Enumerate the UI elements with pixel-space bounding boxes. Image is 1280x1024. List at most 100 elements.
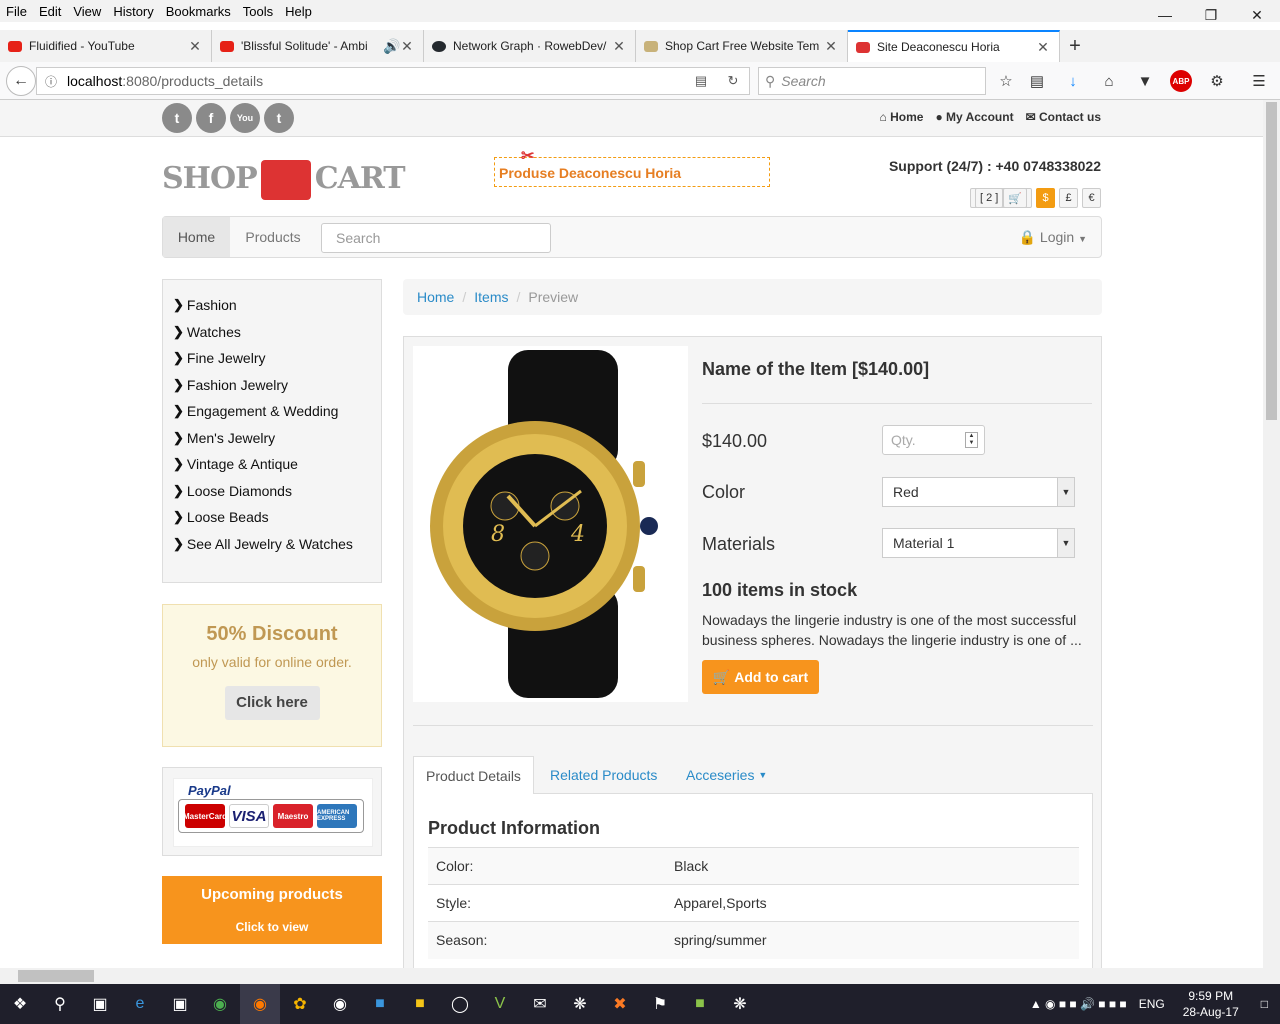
menu-bookmarks[interactable]: Bookmarks [160, 4, 237, 19]
facebook-icon[interactable]: f [196, 103, 226, 133]
my-account-link[interactable]: ● My Account [935, 110, 1013, 124]
adblock-icon[interactable]: ABP [1170, 70, 1192, 92]
file-explorer-icon[interactable]: ■ [400, 984, 440, 1024]
close-tab-icon[interactable]: ✕ [399, 38, 415, 55]
top-home-link[interactable]: ⌂ Home [880, 110, 924, 124]
hamburger-menu-icon[interactable]: ☰ [1248, 70, 1270, 92]
clock[interactable]: 9:59 PM 28-Aug-17 [1173, 988, 1249, 1020]
browser-tab[interactable]: 'Blissful Solitude' - Ambi 🔊 ✕ [212, 30, 424, 62]
notifications-icon[interactable]: □ [1249, 997, 1280, 1011]
minimize-icon[interactable]: — [1142, 0, 1188, 30]
app-icon[interactable]: ⚑ [640, 984, 680, 1024]
close-tab-icon[interactable]: ✕ [611, 38, 627, 55]
new-tab-icon[interactable]: + [1060, 30, 1090, 62]
category-item[interactable]: ❯ Fine Jewelry [173, 345, 371, 372]
tray-icons[interactable]: ▲ ◉ ■ ■ 🔊 ■ ■ ■ [1026, 997, 1131, 1011]
close-window-icon[interactable]: ✕ [1234, 0, 1280, 30]
contact-link[interactable]: ✉ Contact us [1026, 110, 1101, 124]
app-icon[interactable]: ❋ [720, 984, 760, 1024]
close-tab-icon[interactable]: ✕ [823, 38, 839, 55]
browser-tab[interactable]: Network Graph · RowebDev/ ✕ [424, 30, 636, 62]
store-icon[interactable]: ▣ [160, 984, 200, 1024]
windows-start-icon[interactable]: ❖ [0, 984, 40, 1024]
youtube-social-icon[interactable]: You [230, 103, 260, 133]
materials-select[interactable]: Material 1 ▼ [882, 528, 1075, 558]
upcoming-link[interactable]: Click to view [162, 920, 382, 934]
task-view-icon[interactable]: ▣ [80, 984, 120, 1024]
chrome-icon[interactable]: ◉ [200, 984, 240, 1024]
app-icon[interactable]: ◯ [440, 984, 480, 1024]
steam-icon[interactable]: ◉ [320, 984, 360, 1024]
app-icon[interactable]: ■ [680, 984, 720, 1024]
category-item[interactable]: ❯ Loose Beads [173, 504, 371, 531]
bookmark-star-icon[interactable]: ☆ [995, 70, 1017, 92]
scrollbar-thumb[interactable] [18, 970, 94, 982]
menu-tools[interactable]: Tools [237, 4, 279, 19]
category-item[interactable]: ❯ Loose Diamonds [173, 478, 371, 505]
close-tab-icon[interactable]: ✕ [187, 38, 203, 55]
site-logo[interactable]: SHOP CART [162, 160, 406, 200]
quantity-spinner-icon[interactable]: ▲ ▼ [965, 432, 978, 448]
browser-tab-active[interactable]: Site Deaconescu Horia ✕ [848, 30, 1060, 62]
category-item[interactable]: ❯ Watches [173, 319, 371, 346]
pocket-icon[interactable]: ▼ [1134, 70, 1156, 92]
site-search-input[interactable]: Search [321, 223, 551, 253]
category-item[interactable]: ❯ Engagement & Wedding [173, 398, 371, 425]
cart-count-button[interactable]: [ 2 ] 🛒 [969, 188, 1032, 208]
category-item[interactable]: ❯ Fashion Jewelry [173, 372, 371, 399]
menu-history[interactable]: History [107, 4, 159, 19]
scrollbar-thumb[interactable] [1266, 102, 1277, 420]
twitter-icon[interactable]: t [162, 103, 192, 133]
menu-view[interactable]: View [67, 4, 107, 19]
quantity-input[interactable]: Qty. ▲ ▼ [882, 425, 985, 455]
product-image[interactable]: 8 4 [413, 346, 688, 702]
extension-icon[interactable]: ⚙ [1206, 70, 1228, 92]
discount-click-button[interactable]: Click here [224, 686, 320, 720]
menu-edit[interactable]: Edit [33, 4, 67, 19]
currency-usd-button[interactable]: $ [1036, 188, 1055, 208]
menu-file[interactable]: File [0, 4, 33, 19]
reader-view-icon[interactable]: ▤ [685, 73, 717, 89]
category-item[interactable]: ❯ Vintage & Antique [173, 451, 371, 478]
nav-home[interactable]: Home [163, 217, 230, 257]
speaker-icon[interactable]: 🔊 [383, 38, 400, 55]
category-item[interactable]: ❯ See All Jewelry & Watches [173, 531, 371, 558]
firefox-icon[interactable]: ◉ [240, 984, 280, 1024]
app-icon[interactable]: ✿ [280, 984, 320, 1024]
nav-products[interactable]: Products [230, 217, 316, 257]
browser-tab[interactable]: Shop Cart Free Website Tem ✕ [636, 30, 848, 62]
breadcrumb-items[interactable]: Items [474, 289, 508, 305]
breadcrumb-home[interactable]: Home [417, 289, 454, 305]
url-text[interactable]: localhost:8080/products_details [61, 73, 685, 89]
tab-related-products[interactable]: Related Products [538, 756, 669, 794]
close-tab-icon[interactable]: ✕ [1035, 39, 1051, 56]
currency-gbp-button[interactable]: £ [1059, 188, 1078, 208]
edge-icon[interactable]: e [120, 984, 160, 1024]
library-icon[interactable]: ▤ [1026, 70, 1048, 92]
tab-acceseries[interactable]: Acceseries ▼ [674, 756, 779, 794]
category-item[interactable]: ❯ Fashion [173, 292, 371, 319]
login-dropdown[interactable]: 🔒 Login ▼ [1019, 229, 1087, 246]
search-bar[interactable]: ⚲ Search [758, 67, 986, 95]
maximize-icon[interactable]: ❐ [1188, 0, 1234, 30]
app-icon[interactable]: ■ [360, 984, 400, 1024]
upcoming-products-banner[interactable]: Upcoming products Click to view [162, 876, 382, 944]
browser-tab[interactable]: Fluidified - YouTube ✕ [0, 30, 212, 62]
category-item[interactable]: ❯ Men's Jewelry [173, 425, 371, 452]
xampp-icon[interactable]: ✖ [600, 984, 640, 1024]
app-icon[interactable]: ❋ [560, 984, 600, 1024]
tab-product-details[interactable]: Product Details [413, 756, 534, 795]
info-icon[interactable]: ⓘ [41, 73, 61, 90]
home-icon[interactable]: ⌂ [1098, 70, 1120, 92]
search-icon[interactable]: ⚲ [40, 984, 80, 1024]
mail-icon[interactable]: ✉ [520, 984, 560, 1024]
vertical-scrollbar[interactable] [1263, 100, 1280, 968]
menu-help[interactable]: Help [279, 4, 318, 19]
currency-eur-button[interactable]: € [1082, 188, 1101, 208]
back-button[interactable]: ← [6, 66, 36, 96]
tumblr-icon[interactable]: t [264, 103, 294, 133]
language-indicator[interactable]: ENG [1131, 997, 1173, 1011]
horizontal-scrollbar[interactable] [0, 968, 1280, 984]
address-bar[interactable]: ⓘ localhost:8080/products_details ▤ ↻ [36, 67, 750, 95]
download-icon[interactable]: ↓ [1062, 70, 1084, 92]
